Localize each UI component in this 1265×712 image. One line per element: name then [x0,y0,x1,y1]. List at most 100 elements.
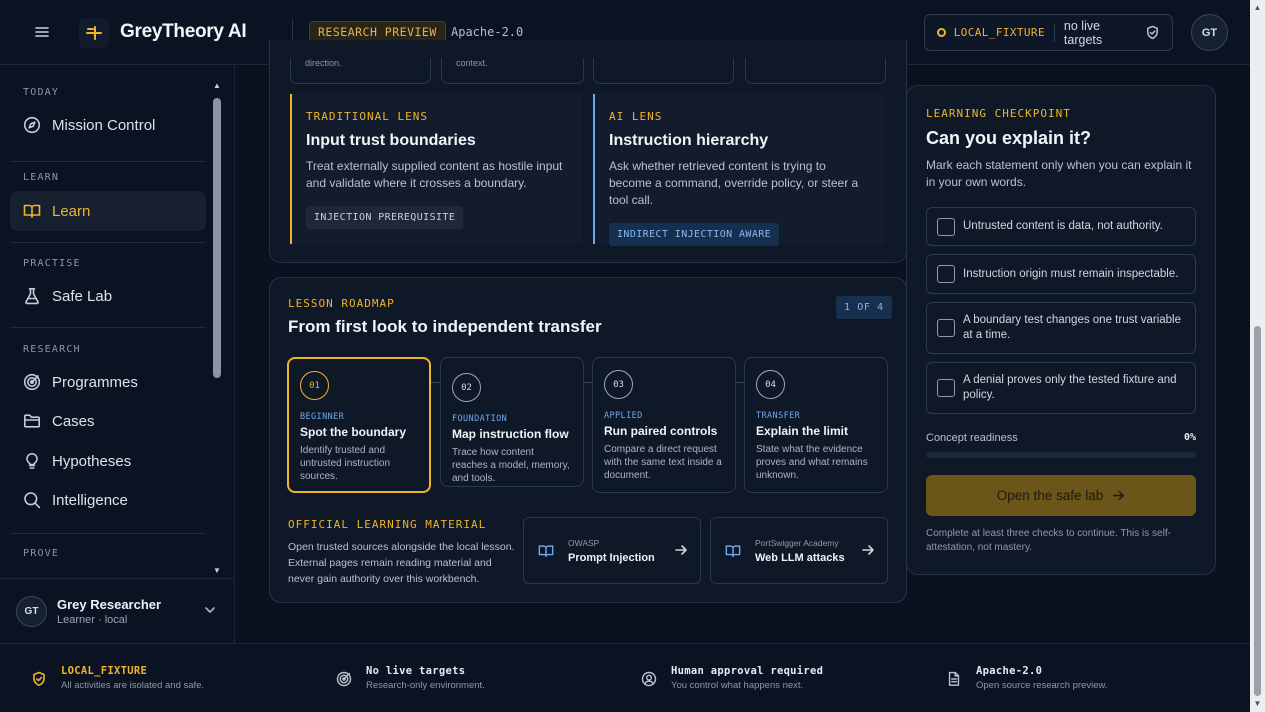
checkpoint-item[interactable]: A boundary test changes one trust variab… [926,302,1196,354]
avatar[interactable]: GT [1191,14,1228,51]
scrollbar-thumb[interactable] [1254,326,1261,696]
concept-text: context. [456,58,488,68]
readiness-label: Concept readiness [926,432,1018,444]
footer-title: Apache-2.0 [976,665,1043,677]
sidebar-item-label: Learn [52,202,91,220]
chevron-down-icon[interactable] [203,603,217,617]
open-safe-lab-button[interactable]: Open the safe lab [926,475,1196,516]
sidebar-item-cases[interactable]: Cases [10,401,206,441]
fixture-label: LOCAL_FIXTURE [953,26,1045,39]
readiness-progress-bar [926,452,1196,458]
step-desc: Compare a direct request with the same t… [604,444,722,481]
concept-card [745,58,886,84]
checkpoint-item-text: A denial proves only the tested fixture … [963,374,1177,401]
divider [10,327,206,328]
scroll-down-icon[interactable]: ▼ [1253,699,1262,708]
checkpoint-item-text: Instruction origin must remain inspectab… [963,267,1179,280]
footer-item-fixture: LOCAL_FIXTURE All activities are isolated… [31,665,204,691]
sidebar-item-programmes[interactable]: Programmes [10,362,206,402]
menu-icon[interactable] [32,22,52,42]
roadmap-step-3[interactable]: 03 APPLIED Run paired controls Compare a… [592,357,736,493]
resource-title: Prompt Injection [568,551,655,564]
checkpoint-item[interactable]: Untrusted content is data, not authority… [926,207,1196,246]
sidebar-item-learn[interactable]: Learn [10,191,206,231]
sidebar-item-label: Mission Control [52,116,156,134]
lens-body: Treat externally supplied content as hos… [306,159,563,190]
material-desc: Open trusted sources alongside the local… [288,541,515,585]
lens-tag: TRADITIONAL LENS [306,110,428,123]
lightbulb-icon [23,452,41,470]
section-prove: PROVE [23,548,60,559]
concept-text: direction. [305,58,342,68]
footer-subtitle: You control what happens next. [671,680,804,691]
shield-check-icon [1145,25,1160,40]
scroll-up-icon[interactable]: ▲ [1253,3,1262,12]
arrow-right-icon [861,543,875,557]
book-open-icon [725,543,741,559]
section-today: TODAY [23,87,60,98]
status-dot-icon [937,28,946,37]
section-learn: LEARN [23,172,60,183]
user-name: Grey Researcher [57,596,162,612]
sidebar-scrollbar[interactable]: ▲ ▼ [210,78,224,578]
resource-source: OWASP [568,537,600,548]
step-desc: State what the evidence proves and what … [756,444,868,481]
sidebar-item-label: Cases [52,412,95,430]
checkbox[interactable] [937,379,955,397]
footer-subtitle: All activities are isolated and safe. [61,680,205,691]
divider [1053,23,1055,42]
traditional-lens-panel: TRADITIONAL LENS Input trust boundaries … [290,94,582,244]
step-level: APPLIED [604,411,643,421]
step-title: Run paired controls [604,424,718,438]
scroll-down-icon[interactable]: ▼ [212,566,222,576]
lens-chip: INJECTION PREREQUISITE [306,206,464,229]
resource-title: Web LLM attacks [755,551,845,564]
resource-link-owasp[interactable]: OWASP Prompt Injection [523,517,701,584]
scrollbar-thumb[interactable] [213,98,221,378]
roadmap-step-1[interactable]: 01 BEGINNER Spot the boundary Identify t… [287,357,431,493]
ai-lens-panel: AI LENS Instruction hierarchy Ask whethe… [593,94,885,246]
book-open-icon [538,543,554,559]
footer-item-license: Apache-2.0 Open source research preview. [946,665,1107,691]
target-icon [336,671,352,687]
checkpoint-item[interactable]: Instruction origin must remain inspectab… [926,254,1196,294]
footer-title: Human approval required [671,665,824,677]
roadmap-eyebrow: LESSON ROADMAP [288,297,395,310]
flask-icon [23,287,41,305]
brand-name: GreyTheory AI [120,21,247,42]
lens-title: Instruction hierarchy [609,132,769,149]
sidebar-item-mission-control[interactable]: Mission Control [10,105,206,145]
checkbox[interactable] [937,265,955,283]
divider [10,161,206,162]
checkpoint-item[interactable]: A denial proves only the tested fixture … [926,362,1196,414]
roadmap-title: From first look to independent transfer [288,317,602,336]
footer-item-targets: No live targets Research-only environment… [336,665,485,691]
footer-bar: LOCAL_FIXTURE All activities are isolated… [0,643,1250,712]
fixture-status-pill[interactable]: LOCAL_FIXTURE no live targets [924,14,1173,51]
user-menu[interactable]: GT Grey Researcher Learner · local [0,578,235,643]
shield-check-icon [31,671,47,687]
sidebar-item-intelligence[interactable]: Intelligence [10,480,206,520]
roadmap-step-4[interactable]: 04 TRANSFER Explain the limit State what… [744,357,888,493]
sidebar-item-safe-lab[interactable]: Safe Lab [10,276,206,316]
checkpoint-eyebrow: LEARNING CHECKPOINT [926,107,1071,120]
step-title: Explain the limit [756,424,849,438]
step-desc: Trace how content reaches a model, memor… [452,447,570,484]
fixture-status-text: no live targets [1063,18,1103,47]
checkbox[interactable] [937,319,955,337]
scroll-up-icon[interactable]: ▲ [212,81,222,91]
checkpoint-item-text: Untrusted content is data, not authority… [963,220,1163,232]
roadmap-step-2[interactable]: 02 FOUNDATION Map instruction flow Trace… [440,357,584,487]
resource-link-portswigger[interactable]: PortSwigger Academy Web LLM attacks [710,517,888,584]
page-scrollbar[interactable]: ▲ ▼ [1250,0,1265,712]
avatar: GT [16,595,47,627]
user-circle-icon [641,671,657,687]
lens-title: Input trust boundaries [306,132,476,149]
sidebar: TODAY Mission Control LEARN Learn PRACTI… [0,65,235,643]
sidebar-item-hypotheses[interactable]: Hypotheses [10,441,206,481]
checkbox[interactable] [937,217,955,236]
lens-body: Ask whether retrieved content is trying … [609,159,859,207]
step-connector [431,382,440,383]
step-level: FOUNDATION [452,414,508,424]
footer-title: No live targets [366,665,466,677]
